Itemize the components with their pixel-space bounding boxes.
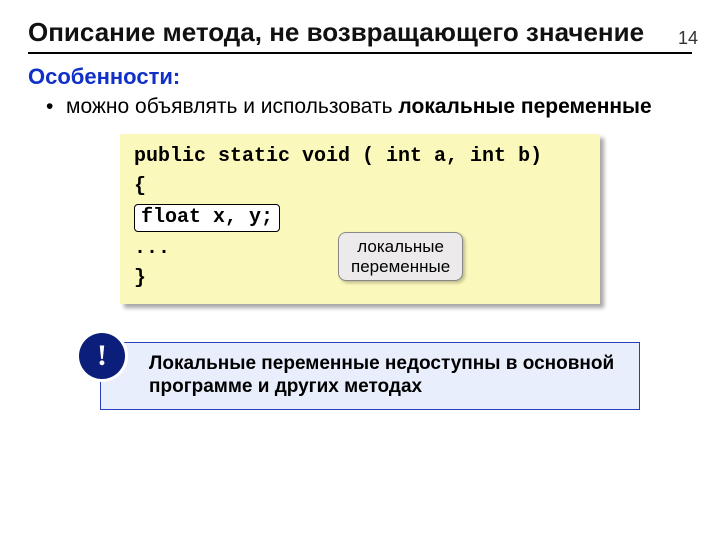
- callout-line-1: локальные: [357, 237, 444, 256]
- title-underline: [28, 52, 692, 54]
- bullet-text-prefix: можно объявлять и использовать: [66, 95, 398, 118]
- callout-label: локальные переменные: [338, 232, 463, 281]
- feature-list: можно объявлять и использовать локальные…: [46, 94, 720, 120]
- list-item: можно объявлять и использовать локальные…: [46, 94, 720, 120]
- callout-line-2: переменные: [351, 257, 450, 276]
- bullet-text-strong: локальные переменные: [398, 95, 651, 118]
- section-heading: Особенности:: [28, 64, 720, 90]
- note-box: ! Локальные переменные недоступны в осно…: [100, 342, 640, 410]
- code-line-1: public static void ( int a, int b): [134, 142, 586, 172]
- exclamation-icon: !: [79, 333, 125, 379]
- code-highlight: float x, y;: [134, 204, 280, 232]
- note-text: Локальные переменные недоступны в основн…: [149, 353, 614, 397]
- code-line-2: {: [134, 172, 586, 202]
- slide-title: Описание метода, не возвращающего значен…: [28, 18, 692, 48]
- page-number: 14: [678, 28, 698, 49]
- code-block: public static void ( int a, int b) { flo…: [120, 134, 600, 304]
